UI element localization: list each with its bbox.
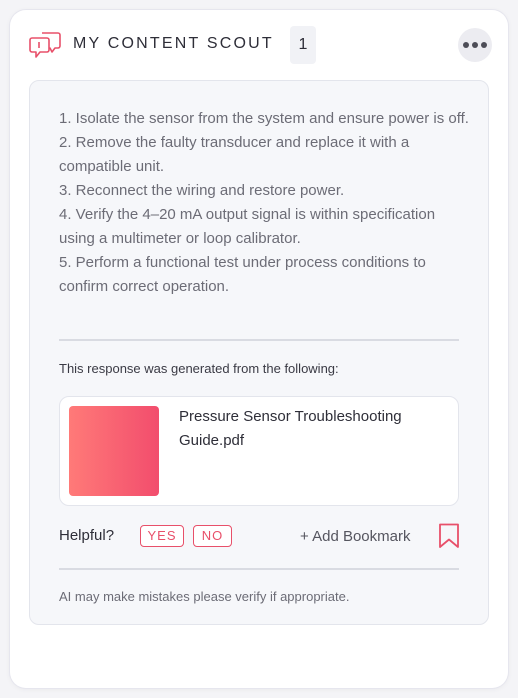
chat-bubbles-icon	[29, 32, 61, 58]
app-title: MY CONTENT SCOUT	[73, 35, 274, 52]
content-scout-card: MY CONTENT SCOUT 1 1. Isolate the sensor…	[10, 10, 508, 688]
more-options-button[interactable]	[458, 28, 492, 62]
add-bookmark-button[interactable]: + Add Bookmark	[300, 528, 410, 545]
answer-step: 5. Perform a functional test under proce…	[59, 254, 426, 295]
answer-step: 1. Isolate the sensor from the system an…	[59, 110, 469, 127]
card-header: MY CONTENT SCOUT 1	[10, 10, 508, 80]
divider	[59, 339, 459, 341]
document-thumbnail	[69, 406, 159, 496]
ai-disclaimer: AI may make mistakes please verify if ap…	[59, 589, 350, 604]
bookmark-icon[interactable]	[438, 523, 460, 549]
answer-step: 4. Verify the 4–20 mA output signal is w…	[59, 206, 436, 247]
helpful-label: Helpful?	[59, 527, 115, 544]
helpful-yes-button[interactable]: YES	[140, 525, 184, 547]
divider	[59, 568, 459, 570]
source-document-card[interactable]: Pressure Sensor Troubleshooting Guide.pd…	[59, 396, 459, 506]
answer-text: 1. Isolate the sensor from the system an…	[59, 107, 469, 299]
sources-intro: This response was generated from the fol…	[59, 361, 339, 376]
response-panel: 1. Isolate the sensor from the system an…	[29, 80, 489, 625]
answer-step: 2. Remove the faulty transducer and repl…	[59, 134, 410, 175]
helpful-no-button[interactable]: NO	[193, 525, 232, 547]
more-horizontal-icon	[463, 42, 469, 48]
count-badge: 1	[290, 26, 316, 64]
answer-step: 3. Reconnect the wiring and restore powe…	[59, 182, 345, 199]
source-document-name: Pressure Sensor Troubleshooting Guide.pd…	[179, 408, 402, 449]
